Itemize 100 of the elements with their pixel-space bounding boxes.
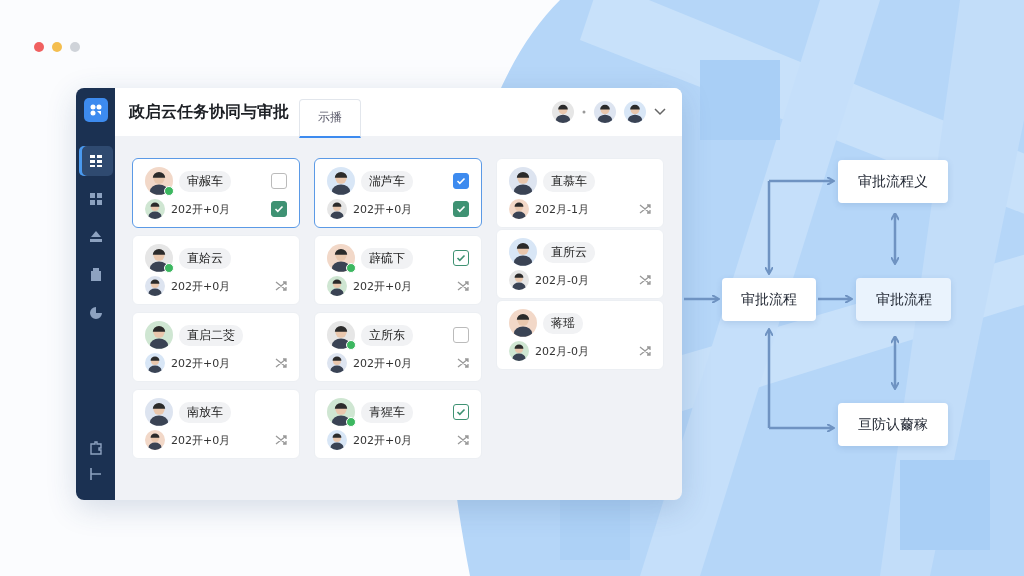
arrow — [818, 294, 853, 304]
flow-node: 亘防认薾稼 — [838, 403, 948, 446]
shuffle-icon[interactable] — [639, 203, 651, 215]
avatar — [624, 101, 646, 123]
avatar — [509, 309, 537, 337]
shuffle-icon[interactable] — [275, 357, 287, 369]
list-icon — [87, 153, 104, 169]
avatar — [145, 398, 173, 426]
person-card[interactable]: 直姶云 202开+0月 — [132, 235, 300, 305]
date-text: 202开+0月 — [353, 355, 413, 371]
date-text: 202月-0月 — [535, 343, 589, 359]
avatar — [145, 430, 165, 450]
person-name: 蒋瑶 — [543, 312, 583, 334]
flow-node: 审批流程 — [856, 278, 951, 321]
person-card[interactable]: 蒋瑶 202月-0月 — [496, 300, 664, 370]
avatar — [327, 167, 355, 195]
avatar — [509, 270, 529, 290]
person-card[interactable]: 直慕车 202月-1月 — [496, 158, 664, 228]
date-text: 202月-1月 — [535, 201, 589, 217]
check-icon — [456, 176, 466, 186]
person-name: 薜硫下 — [361, 247, 413, 269]
avatar — [145, 276, 165, 296]
avatar — [509, 167, 537, 195]
check-icon — [456, 407, 466, 417]
shuffle-icon[interactable] — [639, 345, 651, 357]
date-text: 202开+0月 — [353, 201, 413, 217]
date-text: 202开+0月 — [171, 278, 231, 294]
avatar — [145, 167, 173, 195]
checkbox[interactable] — [453, 404, 469, 420]
avatar — [327, 430, 347, 450]
avatar — [145, 353, 165, 373]
maximize-dot[interactable] — [70, 42, 80, 52]
person-card[interactable]: 湍芦车 202开+0月 — [314, 158, 482, 228]
date-text: 202开+0月 — [171, 432, 231, 448]
stack-icon — [87, 229, 104, 245]
flow-node: 审批流程 — [722, 278, 816, 321]
chevron-down-icon[interactable] — [654, 108, 666, 116]
person-card[interactable]: 直所云 202月-0月 — [496, 229, 664, 299]
double-arrow — [890, 212, 900, 265]
person-card[interactable]: 薜硫下 202开+0月 — [314, 235, 482, 305]
shuffle-icon[interactable] — [457, 357, 469, 369]
person-card[interactable]: 南放车 202开+0月 — [132, 389, 300, 459]
person-name: 青猩车 — [361, 401, 413, 423]
date-text: 202开+0月 — [353, 278, 413, 294]
logout-icon[interactable] — [87, 466, 104, 482]
checkbox[interactable] — [453, 201, 469, 217]
avatar — [145, 199, 165, 219]
pie-chart-icon — [87, 305, 104, 321]
minimize-dot[interactable] — [52, 42, 62, 52]
puzzle-icon[interactable] — [87, 440, 104, 456]
person-name: 湍芦车 — [361, 170, 413, 192]
avatar — [594, 101, 616, 123]
person-name: 直启二茭 — [179, 324, 243, 346]
date-text: 202月-0月 — [535, 272, 589, 288]
check-icon — [456, 204, 466, 214]
separator-dot — [582, 110, 586, 114]
checkbox[interactable] — [453, 327, 469, 343]
sidebar-item[interactable] — [78, 146, 113, 176]
close-dot[interactable] — [34, 42, 44, 52]
avatar — [327, 398, 355, 426]
shuffle-icon[interactable] — [275, 434, 287, 446]
person-card[interactable]: 直启二茭 202开+0月 — [132, 312, 300, 382]
checkbox[interactable] — [271, 201, 287, 217]
date-text: 202开+0月 — [171, 201, 231, 217]
shuffle-icon[interactable] — [457, 434, 469, 446]
logo-icon — [83, 98, 108, 122]
avatar — [509, 238, 537, 266]
date-text: 202开+0月 — [171, 355, 231, 371]
person-name: 审赧车 — [179, 170, 231, 192]
date-text: 202开+0月 — [353, 432, 413, 448]
avatar — [509, 341, 529, 361]
person-card[interactable]: 立所东 202开+0月 — [314, 312, 482, 382]
person-name: 立所东 — [361, 324, 413, 346]
shuffle-icon[interactable] — [457, 280, 469, 292]
shuffle-icon[interactable] — [639, 274, 651, 286]
avatar — [327, 321, 355, 349]
person-name: 直慕车 — [543, 170, 595, 192]
avatar — [327, 276, 347, 296]
flow-node: 审批流程义 — [838, 160, 948, 203]
checkbox[interactable] — [271, 173, 287, 189]
avatar — [145, 244, 173, 272]
check-icon — [274, 204, 284, 214]
check-icon — [456, 253, 466, 263]
person-name: 南放车 — [179, 401, 231, 423]
arrow — [684, 294, 720, 304]
avatar — [509, 199, 529, 219]
window-title: 政启云任务协同与审批 — [129, 101, 289, 123]
grid-icon — [87, 191, 104, 207]
avatar — [145, 321, 173, 349]
avatar — [552, 101, 574, 123]
checkbox[interactable] — [453, 250, 469, 266]
person-card[interactable]: 青猩车 202开+0月 — [314, 389, 482, 459]
checkbox[interactable] — [453, 173, 469, 189]
person-name: 直所云 — [543, 241, 595, 263]
shuffle-icon[interactable] — [275, 280, 287, 292]
person-name: 直姶云 — [179, 247, 231, 269]
avatar — [327, 353, 347, 373]
avatar — [327, 244, 355, 272]
tab[interactable]: 示播 — [299, 98, 361, 138]
person-card[interactable]: 审赧车 202开+0月 — [132, 158, 300, 228]
